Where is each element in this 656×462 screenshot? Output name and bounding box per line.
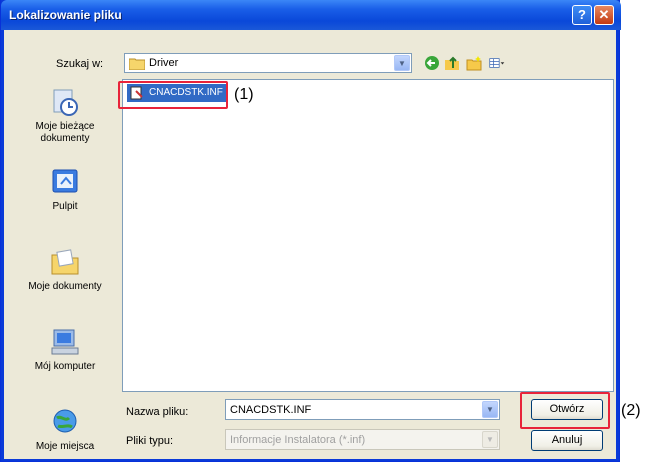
help-button[interactable]: ? (572, 5, 592, 25)
desktop-icon (52, 169, 78, 193)
new-folder-icon[interactable] (466, 55, 482, 71)
place-network[interactable]: Moje miejsca (12, 406, 118, 453)
lookin-label: Szukaj w: (56, 58, 104, 70)
filename-label: Nazwa pliku: (126, 406, 189, 418)
place-desktop[interactable]: Pulpit (12, 166, 118, 213)
place-recent[interactable]: Moje bieżące dokumenty (12, 86, 118, 145)
filename-input[interactable]: CNACDSTK.INF ▼ (225, 399, 500, 420)
filename-dropdown-arrow[interactable]: ▼ (482, 401, 498, 418)
highlight-open (520, 392, 610, 429)
my-computer-icon (51, 329, 79, 355)
lookin-value: Driver (149, 57, 179, 69)
place-my-documents[interactable]: Moje dokumenty (12, 246, 118, 293)
place-label: Mój komputer (34, 361, 96, 372)
back-icon[interactable] (424, 55, 440, 71)
recent-documents-icon (53, 89, 78, 116)
my-documents-icon (51, 249, 79, 275)
file-list[interactable]: CNACDSTK.INF (122, 79, 614, 392)
callout-1: (1) (234, 86, 254, 103)
place-my-computer[interactable]: Mój komputer (12, 326, 118, 373)
network-places-icon (53, 409, 77, 433)
filetype-select[interactable]: Informacje Instalatora (*.inf) ▼ (225, 429, 500, 450)
lookin-combo[interactable]: Driver ▼ (124, 53, 412, 73)
title-bar[interactable]: Lokalizowanie pliku ? ✕ (1, 0, 621, 30)
filetype-dropdown-arrow[interactable]: ▼ (482, 431, 498, 448)
place-label: Pulpit (52, 201, 78, 212)
highlight-file (118, 81, 228, 109)
close-button[interactable]: ✕ (594, 5, 614, 25)
place-label: Moje miejsca (35, 441, 95, 452)
place-label: Moje bieżące dokumenty (35, 121, 95, 144)
callout-2: (2) (621, 402, 641, 419)
view-menu-icon[interactable] (489, 55, 505, 71)
filename-value: CNACDSTK.INF (230, 404, 312, 416)
up-folder-icon[interactable] (444, 55, 460, 71)
cancel-button[interactable]: Anuluj (531, 430, 603, 451)
window-title: Lokalizowanie pliku (9, 8, 122, 22)
lookin-dropdown-arrow[interactable]: ▼ (394, 55, 410, 71)
filetype-value: Informacje Instalatora (*.inf) (230, 434, 366, 446)
filetype-label: Pliki typu: (126, 435, 174, 447)
place-label: Moje dokumenty (28, 281, 102, 292)
folder-icon (129, 58, 145, 70)
places-bar: Moje bieżące dokumenty Pulpit Moje dokum… (12, 78, 118, 459)
